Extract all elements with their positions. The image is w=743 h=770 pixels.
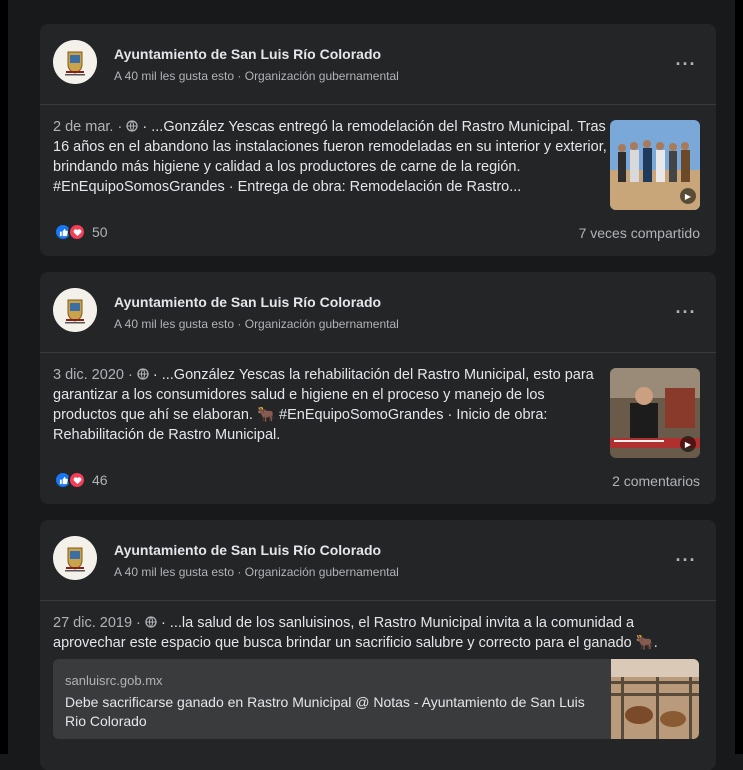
link-thumbnail [611, 659, 699, 739]
more-options-button[interactable]: ··· [672, 298, 700, 326]
post-card: Ayuntamiento de San Luis Río Colorado A … [40, 24, 716, 256]
play-icon: ▶ [680, 436, 696, 452]
post-card: Ayuntamiento de San Luis Río Colorado A … [40, 272, 716, 504]
post-date[interactable]: 27 dic. 2019 · [53, 615, 145, 631]
more-options-button[interactable]: ··· [672, 50, 700, 78]
municipal-seal-icon [53, 288, 97, 332]
shares-count[interactable]: 7 veces compartido [579, 225, 700, 241]
post-date[interactable]: 3 dic. 2020 · [53, 367, 137, 383]
post-card: Ayuntamiento de San Luis Río Colorado A … [40, 520, 716, 770]
reactions-summary[interactable]: 50 [54, 223, 108, 241]
page-meta: A 40 mil les gusta esto · Organización g… [114, 317, 399, 331]
post-header: Ayuntamiento de San Luis Río Colorado A … [40, 24, 716, 105]
page-avatar[interactable] [53, 288, 97, 332]
page-name-link[interactable]: Ayuntamiento de San Luis Río Colorado [114, 46, 381, 62]
globe-icon [137, 367, 153, 383]
page-meta: A 40 mil les gusta esto · Organización g… [114, 69, 399, 83]
post-header: Ayuntamiento de San Luis Río Colorado A … [40, 272, 716, 353]
globe-icon [126, 119, 142, 135]
link-domain: sanluisrc.gob.mx [65, 673, 163, 688]
reactions-summary[interactable]: 46 [54, 471, 108, 489]
more-options-icon: ··· [675, 301, 697, 322]
link-preview[interactable]: sanluisrc.gob.mx Debe sacrificarse ganad… [53, 659, 699, 739]
post-text: 3 dic. 2020 · · ...González Yescas la re… [53, 365, 608, 445]
post-text: 27 dic. 2019 · · ...la salud de los sanl… [53, 613, 708, 653]
reaction-count: 46 [92, 472, 108, 488]
cattle-pen-image [611, 659, 699, 739]
page-meta: A 40 mil les gusta esto · Organización g… [114, 565, 399, 579]
page-avatar[interactable] [53, 536, 97, 580]
municipal-seal-icon [53, 536, 97, 580]
love-reaction-icon [68, 223, 86, 241]
post-text: 2 de mar. · · ...González Yescas entregó… [53, 117, 608, 197]
post-date[interactable]: 2 de mar. · [53, 119, 126, 135]
video-thumbnail[interactable]: ▶ [610, 368, 700, 458]
video-thumbnail[interactable]: ▶ [610, 120, 700, 210]
municipal-seal-icon [53, 40, 97, 84]
window-edge-left [0, 0, 8, 754]
comments-count[interactable]: 2 comentarios [612, 473, 700, 489]
more-options-icon: ··· [675, 53, 697, 74]
link-title: Debe sacrificarse ganado en Rastro Munic… [65, 694, 585, 729]
reaction-count: 50 [92, 224, 108, 240]
page-avatar[interactable] [53, 40, 97, 84]
more-options-icon: ··· [675, 549, 697, 570]
post-header: Ayuntamiento de San Luis Río Colorado A … [40, 520, 716, 601]
window-edge-right [735, 0, 743, 754]
globe-icon [145, 615, 161, 631]
feed-page: Ayuntamiento de San Luis Río Colorado A … [0, 0, 743, 770]
more-options-button[interactable]: ··· [672, 546, 700, 574]
play-icon: ▶ [680, 188, 696, 204]
love-reaction-icon [68, 471, 86, 489]
page-name-link[interactable]: Ayuntamiento de San Luis Río Colorado [114, 542, 381, 558]
page-name-link[interactable]: Ayuntamiento de San Luis Río Colorado [114, 294, 381, 310]
